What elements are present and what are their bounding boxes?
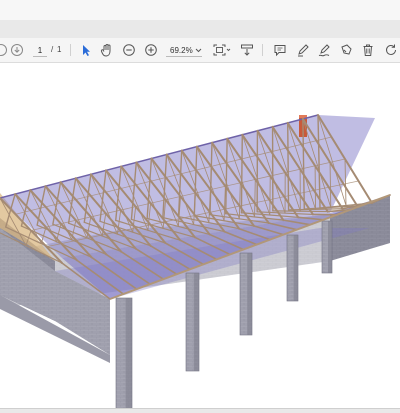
status-bar	[0, 408, 400, 413]
pdf-toolbar: / 1 69.2%	[0, 38, 400, 63]
toolbar-divider	[262, 44, 263, 56]
brick-column-shade	[328, 221, 332, 273]
fill-sign-icon[interactable]	[339, 42, 353, 58]
highlight-pen-icon[interactable]	[296, 42, 310, 58]
chevron-down-icon	[195, 46, 202, 55]
toolbar-divider	[70, 44, 71, 56]
brick-column-shade	[247, 253, 252, 335]
page-number-input[interactable]	[33, 44, 47, 57]
brick-column-shade	[194, 273, 199, 371]
select-cursor-icon[interactable]	[80, 42, 92, 58]
comment-icon[interactable]	[273, 42, 287, 58]
fit-page-icon[interactable]	[212, 42, 232, 58]
zoom-out-icon[interactable]	[122, 42, 136, 58]
zoom-value: 69.2%	[166, 46, 193, 55]
hand-icon[interactable]	[100, 42, 114, 58]
page-total: 1	[57, 45, 61, 54]
document-viewer[interactable]	[0, 63, 400, 408]
scroll-mode-icon[interactable]	[240, 42, 254, 58]
window-top-strip	[0, 0, 400, 20]
zoom-select[interactable]: 69.2%	[166, 44, 202, 57]
brick-column-shade	[126, 298, 132, 408]
truss-member	[288, 123, 289, 210]
rotate-icon[interactable]	[384, 42, 398, 58]
sign-icon[interactable]	[317, 42, 331, 58]
truss-member	[241, 135, 242, 213]
page-separator: /	[51, 45, 53, 54]
zoom-in-icon[interactable]	[144, 42, 158, 58]
building-3d-model	[0, 63, 400, 408]
tab-strip	[0, 20, 400, 39]
delete-icon[interactable]	[361, 42, 375, 58]
back-icon[interactable]	[0, 42, 10, 58]
download-icon[interactable]	[10, 42, 24, 58]
brick-column-shade	[294, 235, 298, 301]
